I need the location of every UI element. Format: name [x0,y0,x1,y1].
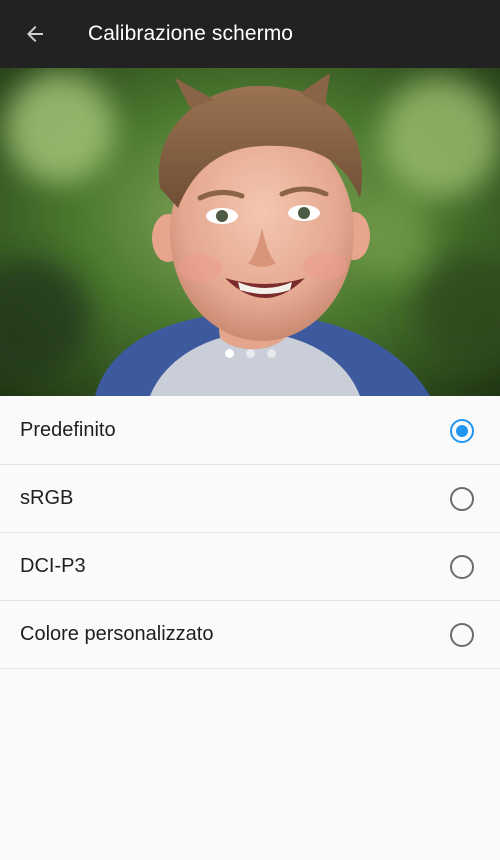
option-dci-p3[interactable]: DCI-P3 [0,533,500,601]
app-bar: Calibrazione schermo [0,0,500,68]
preview-image[interactable] [0,68,500,396]
back-button[interactable] [0,0,70,68]
calibration-options: Predefinito sRGB DCI-P3 Colore personali… [0,397,500,669]
radio-button[interactable] [450,486,474,511]
option-label: sRGB [20,487,74,509]
option-predefinito[interactable]: Predefinito [0,397,500,465]
screen: Calibrazione schermo Predefinito sRGB DC… [0,0,500,860]
child-photo [0,68,500,396]
radio-button-checked[interactable] [450,418,474,443]
option-label: Colore personalizzato [20,623,214,645]
page-indicator [0,349,500,358]
option-label: DCI-P3 [20,555,86,577]
option-srgb[interactable]: sRGB [0,465,500,533]
radio-button[interactable] [450,554,474,579]
radio-button[interactable] [450,622,474,647]
page-dot-3[interactable] [266,349,276,358]
arrow-left-icon [27,26,43,42]
page-dot-2[interactable] [245,349,255,358]
page-title: Calibrazione schermo [88,22,294,45]
page-dot-1[interactable] [224,349,234,358]
radio-dot [456,424,468,437]
option-label: Predefinito [20,419,116,441]
option-colore-personalizzato[interactable]: Colore personalizzato [0,601,500,669]
